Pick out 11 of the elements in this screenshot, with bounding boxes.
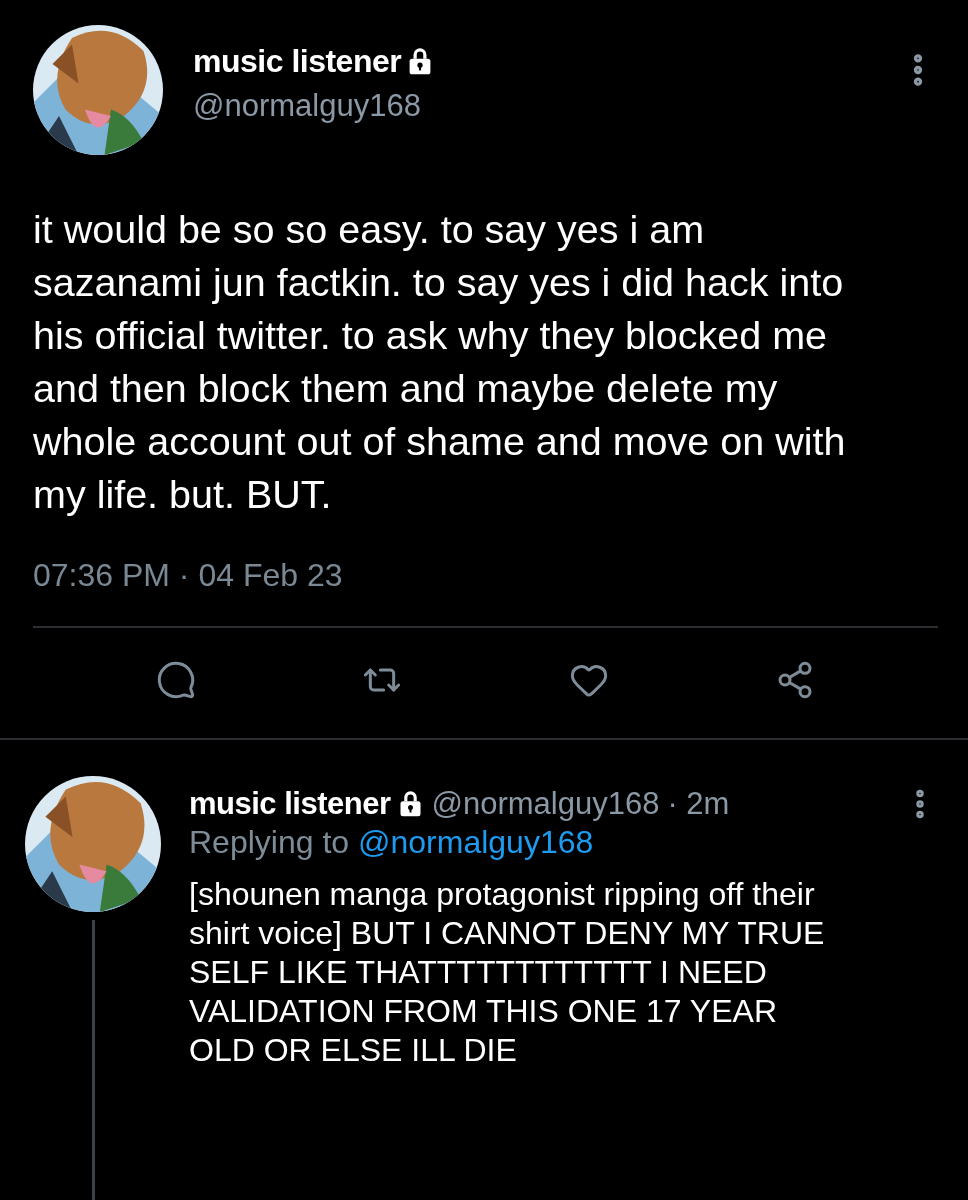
reply-time: · 2m — [667, 786, 730, 822]
replying-to-text: Replying to @normalguy168 — [189, 824, 595, 861]
author-handle[interactable]: @normalguy168 — [431, 786, 660, 822]
tweet-timestamp: 07:36 PM · 04 Feb 23 — [33, 557, 344, 594]
reply-text: [shounen manga protagonist ripping off their shirt voice] BUT I CANNOT DENY MY TRUE SELF LIKE THATTTTTTTTTTTT I NEED VALIDATION FROM THIS ONE 17 YEAR OLD OR ELSE ILL DIE — [189, 875, 826, 1070]
author-handle[interactable]: @normalguy168 — [193, 88, 868, 124]
author-name[interactable]: music listener — [189, 786, 391, 822]
mention-link[interactable]: @normalguy168 — [358, 824, 594, 860]
author-name[interactable]: music listener — [193, 43, 402, 80]
tweet-text: it would be so so easy. to say yes i am sazanami jun factkin. to say yes i did hack into his official twitter. to ask why they blocked me and then block them and maybe delete my whole account out of shame and move on with my life. but. BUT. — [33, 206, 847, 518]
reply-button[interactable] — [156, 660, 197, 700]
